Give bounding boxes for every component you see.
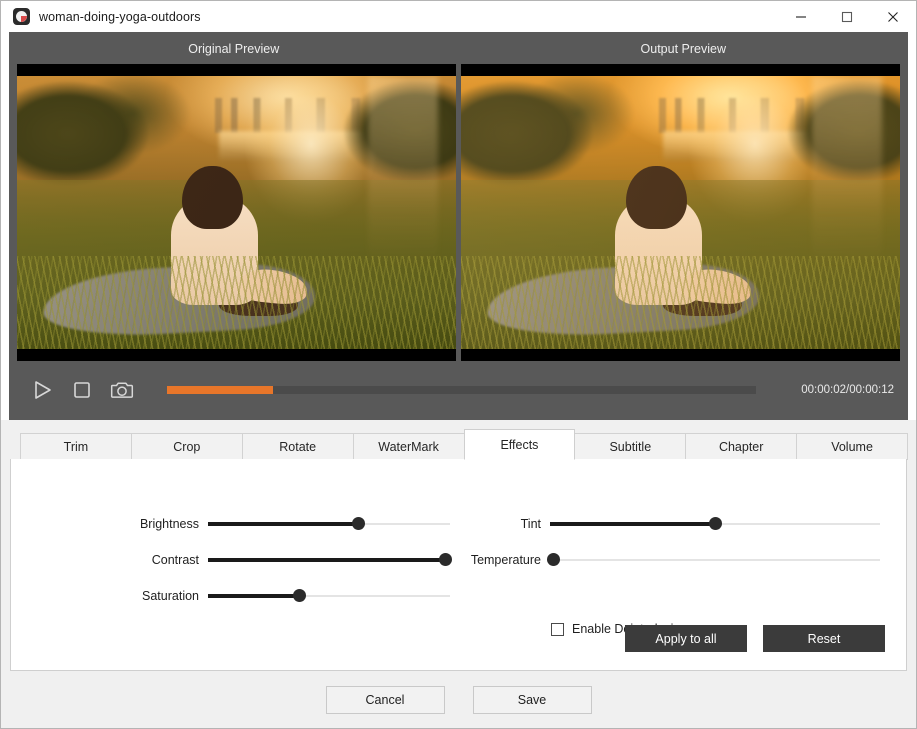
window-title: woman-doing-yoga-outdoors [39,9,201,24]
reset-button[interactable]: Reset [763,625,885,652]
minimize-icon[interactable] [778,1,824,32]
editor-lower-section: Trim Crop Rotate WaterMark Effects Subti… [1,420,916,671]
effects-action-row: Apply to all Reset [625,625,885,652]
tab-crop[interactable]: Crop [130,433,243,460]
warm-tone-overlay [461,76,900,349]
video-frame-output [461,76,900,349]
play-icon[interactable] [25,373,59,407]
deinterlacing-checkbox[interactable] [551,622,564,636]
tab-subtitle[interactable]: Subtitle [574,433,687,460]
tab-strip: Trim Crop Rotate WaterMark Effects Subti… [10,429,908,460]
original-preview-video[interactable] [17,64,456,361]
contrast-slider: Contrast [11,553,466,567]
brightness-label: Brightness [139,517,199,531]
close-icon[interactable] [870,1,916,32]
playback-progress-bar[interactable] [167,386,756,394]
tab-volume[interactable]: Volume [796,433,908,460]
contrast-filled [208,558,446,562]
temperature-track[interactable] [546,553,880,567]
transport-bar: 00:00:02/00:00:12 [9,361,908,419]
temperature-thumb[interactable] [546,553,560,566]
preview-videos [9,64,908,361]
cancel-button[interactable]: Cancel [325,685,445,714]
tab-chapter[interactable]: Chapter [685,433,798,460]
tint-filled [550,522,715,526]
tint-label: Tint [520,517,541,531]
original-preview-label: Original Preview [188,42,280,56]
slider-row-1: Brightness Tint [11,506,906,542]
timecode-label: 00:00:02/00:00:12 [801,384,894,396]
saturation-thumb[interactable] [293,589,307,602]
progress-fill [167,386,274,394]
contrast-track[interactable] [208,553,452,567]
apply-to-all-button[interactable]: Apply to all [625,625,747,652]
temperature-rail [550,559,880,561]
warm-tone-overlay [17,76,456,349]
saturation-filled [208,594,300,598]
maximize-icon[interactable] [824,1,870,32]
camera-icon[interactable] [105,373,139,407]
slider-row-2: Contrast Temperature [11,542,906,578]
video-editor-window: woman-doing-yoga-outdoors Original Previ… [0,0,917,729]
tint-track[interactable] [550,517,880,531]
slider-row-3: Saturation [11,578,906,614]
tab-effects[interactable]: Effects [463,429,576,460]
brightness-slider: Brightness [11,517,466,531]
brightness-thumb[interactable] [351,517,365,530]
saturation-track[interactable] [208,589,450,603]
preview-labels: Original Preview Output Preview [9,38,908,64]
brightness-track[interactable] [208,517,450,531]
tab-trim[interactable]: Trim [20,433,132,460]
temperature-label: Temperature [470,553,541,567]
saturation-label: Saturation [142,589,199,603]
effects-panel: Brightness Tint Contrast Temperature Sat… [10,459,907,671]
dialog-footer: Cancel Save [1,671,916,728]
output-preview-label: Output Preview [640,42,726,56]
temperature-slider: Temperature [466,553,896,567]
window-controls [778,1,916,32]
output-preview-video[interactable] [461,64,900,361]
tab-watermark[interactable]: WaterMark [352,433,465,460]
tint-thumb[interactable] [708,517,722,530]
stop-icon[interactable] [65,373,99,407]
title-bar: woman-doing-yoga-outdoors [1,1,916,32]
preview-panel: Original Preview Output Preview 00:00:02… [9,32,908,420]
video-frame-original [17,76,456,349]
media-disc-icon [13,8,30,25]
brightness-filled [208,522,359,526]
tab-rotate[interactable]: Rotate [241,433,354,460]
tint-slider: Tint [466,517,896,531]
contrast-thumb[interactable] [438,553,452,566]
saturation-slider: Saturation [11,589,466,603]
contrast-label: Contrast [151,553,199,567]
effects-slider-grid: Brightness Tint Contrast Temperature Sat… [11,506,906,644]
save-button[interactable]: Save [472,685,592,714]
